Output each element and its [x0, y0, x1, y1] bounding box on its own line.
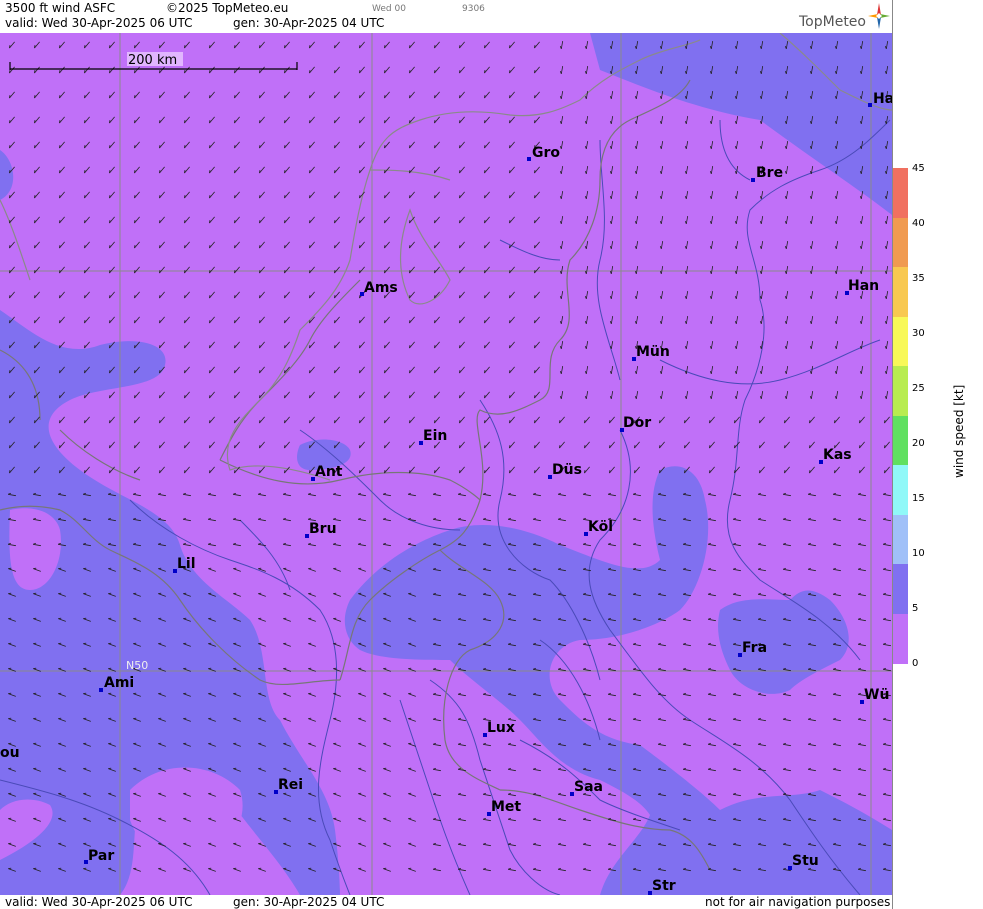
compass-logo-icon: [868, 3, 890, 29]
legend-tick-label: 0: [912, 658, 919, 669]
svg-text:Ein: Ein: [423, 428, 447, 444]
svg-text:Ant: Ant: [315, 464, 343, 480]
svg-text:Wü: Wü: [864, 687, 889, 703]
colorbar-segment: [893, 415, 908, 466]
svg-text:Han: Han: [848, 278, 879, 294]
svg-text:Ams: Ams: [364, 280, 398, 296]
city-kas: Kas: [819, 447, 852, 464]
legend-unit-label: wind speed [kt]: [952, 384, 966, 478]
svg-text:Lil: Lil: [177, 556, 196, 572]
city-wu: Wü: [860, 687, 889, 704]
city-dor: Dor: [620, 415, 651, 432]
city-han: Han: [845, 278, 879, 295]
colorbar-segment: [893, 514, 908, 565]
legend-tick-label: 45: [912, 163, 925, 174]
colorbar-segment: [893, 217, 908, 268]
footer-generated-time: gen: 30-Apr-2025 04 UTC: [233, 895, 385, 909]
city-ami: Ami: [99, 675, 134, 692]
svg-text:Fra: Fra: [742, 640, 767, 656]
svg-text:Gro: Gro: [532, 145, 560, 161]
header-bar: 3500 ft wind ASFC ©2025 TopMeteo.eu Wed …: [0, 0, 892, 33]
legend-tick-label: 40: [912, 218, 925, 229]
copyright: ©2025 TopMeteo.eu: [166, 1, 289, 15]
svg-text:Bre: Bre: [756, 165, 783, 181]
city-lux: Lux: [483, 720, 515, 737]
city-bre: Bre: [751, 165, 783, 182]
city-ein: Ein: [419, 428, 447, 445]
city-rei: Rei: [274, 777, 303, 794]
svg-text:Düs: Düs: [552, 462, 582, 478]
svg-text:Köl: Köl: [588, 519, 613, 535]
svg-text:Kas: Kas: [823, 447, 852, 463]
legend-tick-label: 5: [912, 603, 919, 614]
city-str: Str: [648, 878, 676, 895]
wind-speed-colorbar: [893, 168, 908, 664]
svg-text:Ha: Ha: [873, 91, 892, 107]
scale-bar-label: 200 km: [128, 53, 177, 68]
legend-tick-label: 35: [912, 273, 925, 284]
latitude-label: N50: [126, 659, 148, 672]
colorbar-segment: [893, 465, 908, 515]
colorbar-segment: [893, 366, 908, 416]
svg-text:ou: ou: [0, 745, 20, 761]
small-day: Wed 00: [372, 4, 406, 14]
legend-tick-label: 15: [912, 493, 925, 504]
city-fra: Fra: [738, 640, 767, 657]
city-ant: Ant: [311, 464, 343, 481]
wind-map[interactable]: 200 km N50 Ha Gro Bre Ams Han Mün Dor Ei…: [0, 33, 892, 895]
city-met: Met: [487, 799, 521, 816]
footer-valid-time: valid: Wed 30-Apr-2025 06 UTC: [5, 895, 193, 909]
svg-text:Met: Met: [491, 799, 521, 815]
colorbar-segment: [893, 564, 908, 614]
city-dus: Düs: [548, 462, 582, 479]
valid-time: valid: Wed 30-Apr-2025 06 UTC: [5, 16, 193, 30]
legend-tick-label: 30: [912, 328, 925, 339]
city-ams: Ams: [360, 280, 398, 296]
svg-text:Mün: Mün: [636, 344, 670, 360]
generated-time: gen: 30-Apr-2025 04 UTC: [233, 16, 385, 30]
city-mun: Mün: [632, 344, 670, 361]
map-title: 3500 ft wind ASFC: [5, 1, 116, 15]
legend-tick-label: 20: [912, 438, 925, 449]
svg-text:Rei: Rei: [278, 777, 303, 793]
svg-text:Saa: Saa: [574, 779, 603, 795]
footer-disclaimer: not for air navigation purposes: [705, 895, 891, 909]
colorbar-segment: [893, 613, 908, 664]
colorbar-segment: [893, 267, 908, 317]
svg-text:Ami: Ami: [104, 675, 134, 691]
city-bru: Bru: [305, 521, 337, 538]
footer-bar: valid: Wed 30-Apr-2025 06 UTC gen: 30-Ap…: [0, 895, 892, 909]
city-kol: Köl: [584, 519, 613, 536]
svg-text:Stu: Stu: [792, 853, 819, 869]
svg-text:Str: Str: [652, 878, 676, 894]
city-stu: Stu: [788, 853, 819, 870]
svg-text:Bru: Bru: [309, 521, 337, 537]
legend-tick-label: 10: [912, 548, 925, 559]
svg-text:Par: Par: [88, 848, 114, 864]
city-gro: Gro: [527, 145, 560, 161]
city-lil: Lil: [173, 556, 196, 573]
city-par: Par: [84, 848, 114, 864]
city-ou: ou: [0, 745, 20, 761]
colorbar-segment: [893, 316, 908, 367]
svg-text:Lux: Lux: [487, 720, 515, 736]
city-saa: Saa: [570, 779, 603, 796]
legend-tick-label: 25: [912, 383, 925, 394]
small-code: 9306: [462, 4, 485, 14]
colorbar-segment: [893, 168, 908, 218]
svg-text:Dor: Dor: [623, 415, 651, 431]
